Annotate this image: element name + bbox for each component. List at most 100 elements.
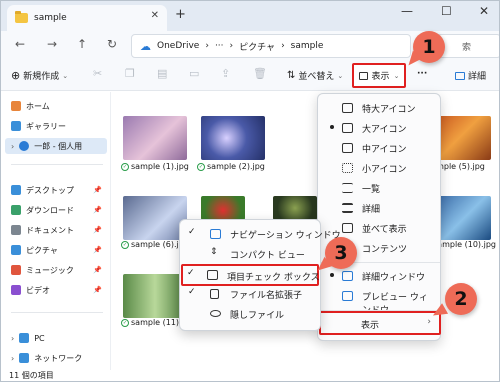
eye-icon	[210, 310, 221, 317]
cut-icon[interactable]: ✂	[93, 67, 102, 80]
status-bar: 11 個の項目	[1, 370, 499, 381]
check-icon: ✓	[188, 227, 196, 237]
pin-icon[interactable]: 📌	[93, 226, 102, 234]
sidebar-item-gallery[interactable]: ギャラリー	[11, 118, 106, 134]
sidebar-item-onedrive[interactable]: › 一郎 - 個人用	[5, 138, 107, 154]
submenu-item-label: ファイル名拡張子	[230, 291, 303, 301]
sidebar-item-label: ギャラリー	[26, 121, 66, 131]
thumbnail[interactable]	[201, 196, 245, 220]
refresh-icon[interactable]: ↻	[107, 37, 117, 51]
breadcrumb-sample[interactable]: sample	[291, 41, 324, 51]
breadcrumb-more[interactable]: ···	[215, 41, 224, 51]
chevron-right-icon[interactable]: ›	[11, 142, 14, 151]
check-icon: ✓	[187, 268, 195, 278]
document-icon	[11, 225, 21, 235]
submenu-item-item-checkboxes[interactable]: ✓ 項目チェック ボックス	[181, 264, 320, 286]
file-item-sample-1[interactable]: ✓ sample (1).jpg	[121, 162, 189, 171]
copy-icon[interactable]: ❐	[125, 67, 135, 80]
sidebar-item-label: 一郎 - 個人用	[34, 141, 83, 151]
thumbnail[interactable]	[273, 196, 317, 220]
sidebar-item-label: PC	[34, 333, 45, 343]
close-icon[interactable]: ✕	[479, 4, 489, 18]
up-icon[interactable]: ↑	[77, 37, 87, 51]
submenu-item-navigation-pane[interactable]: ✓ ナビゲーション ウィンドウ	[184, 224, 341, 244]
thumbnail[interactable]	[123, 274, 187, 318]
menu-item-details[interactable]: 詳細	[322, 198, 436, 218]
menu-item-label: 特大アイコン	[362, 105, 416, 115]
check-icon: ✓	[188, 287, 196, 297]
sidebar-item-documents[interactable]: ドキュメント 📌	[11, 222, 106, 238]
sidebar-item-label: ドキュメント	[26, 225, 74, 235]
file-name: sample (1).jpg	[131, 162, 189, 171]
submenu-item-compact-view[interactable]: ⇕ コンパクト ビュー	[184, 244, 316, 264]
details-pane-icon	[342, 271, 353, 281]
sidebar-item-videos[interactable]: ビデオ 📌	[11, 282, 106, 298]
menu-item-preview-pane[interactable]: プレビュー ウィンドウ	[322, 286, 436, 316]
paste-icon[interactable]: ▤	[157, 67, 167, 80]
forward-icon[interactable]: →	[47, 37, 57, 51]
file-extension-icon	[210, 289, 219, 299]
chevron-right-icon[interactable]: ›	[11, 354, 14, 363]
menu-item-label: 一覧	[362, 185, 381, 195]
new-tab-icon[interactable]: +	[175, 7, 186, 22]
chevron-down-icon: ⌄	[337, 71, 344, 80]
submenu-item-file-extensions[interactable]: ✓ ファイル名拡張子	[184, 284, 316, 304]
thumbnail[interactable]	[123, 116, 187, 160]
new-button[interactable]: ⊕ 新規作成 ⌄	[11, 69, 68, 82]
menu-item-small-icons[interactable]: 小アイコン	[322, 158, 436, 178]
network-icon	[19, 353, 30, 363]
share-icon[interactable]: ⇪	[221, 67, 230, 80]
more-options-icon[interactable]: ···	[417, 69, 427, 79]
menu-item-details-pane[interactable]: 詳細ウィンドウ	[322, 266, 436, 286]
chevron-down-icon: ⌄	[62, 71, 69, 80]
thumbnail[interactable]	[123, 196, 187, 240]
sidebar-item-pictures[interactable]: ピクチャ 📌	[11, 242, 106, 258]
details-icon	[342, 203, 353, 213]
sidebar-item-downloads[interactable]: ダウンロード 📌	[11, 202, 106, 218]
menu-item-medium-icons[interactable]: 中アイコン	[322, 138, 436, 158]
details-pane-button[interactable]: 詳細	[455, 69, 486, 82]
tab-close-icon[interactable]: ✕	[151, 10, 159, 21]
back-icon[interactable]: ←	[15, 37, 25, 51]
tab-sample[interactable]: sample ✕	[7, 5, 167, 31]
view-menu: 特大アイコン 大アイコン 中アイコン 小アイコン 一覧 詳細 並べて表示 コンテ…	[317, 93, 441, 341]
address-bar[interactable]: ☁ OneDrive › ··· › ピクチャ › sample	[131, 34, 411, 58]
sidebar-item-label: ビデオ	[26, 285, 50, 295]
view-button[interactable]: 表示 ⌄	[352, 63, 406, 88]
chevron-right-icon[interactable]: ›	[11, 334, 14, 343]
sidebar-item-desktop[interactable]: デスクトップ 📌	[11, 182, 106, 198]
maximize-icon[interactable]: ☐	[441, 4, 452, 18]
sidebar-item-label: デスクトップ	[26, 185, 74, 195]
pin-icon[interactable]: 📌	[93, 246, 102, 254]
thumbnail[interactable]	[201, 116, 265, 160]
rename-icon[interactable]: ▭	[189, 67, 199, 80]
breadcrumb-onedrive[interactable]: OneDrive	[157, 41, 199, 51]
sidebar-item-network[interactable]: › ネットワーク	[11, 350, 106, 366]
submenu-item-hidden-files[interactable]: 隠しファイル	[184, 304, 316, 324]
menu-item-label: 小アイコン	[362, 165, 407, 175]
delete-icon[interactable]: 🗑	[253, 67, 267, 80]
preview-pane-icon	[342, 291, 353, 301]
breadcrumb-separator: ›	[205, 41, 209, 51]
menu-item-extra-large-icons[interactable]: 特大アイコン	[322, 98, 436, 118]
sidebar-divider	[11, 164, 103, 165]
pin-icon[interactable]: 📌	[93, 286, 102, 294]
breadcrumb-pictures[interactable]: ピクチャ	[239, 40, 275, 53]
search-placeholder: 索	[462, 43, 472, 53]
file-item-sample-2[interactable]: ✓ sample (2).jpg	[197, 162, 265, 171]
medium-icons-icon	[342, 143, 353, 153]
sidebar-item-music[interactable]: ミュージック 📌	[11, 262, 106, 278]
menu-item-list[interactable]: 一覧	[322, 178, 436, 198]
minimize-icon[interactable]: —	[401, 4, 413, 18]
sidebar-item-pc[interactable]: › PC	[11, 330, 106, 346]
pin-icon[interactable]: 📌	[93, 186, 102, 194]
pin-icon[interactable]: 📌	[93, 266, 102, 274]
sidebar-item-home[interactable]: ホーム	[11, 98, 106, 114]
menu-item-show[interactable]: 表示 ›	[319, 311, 441, 335]
checkbox-icon	[207, 270, 218, 280]
sort-button-label: 並べ替え	[298, 72, 335, 82]
pin-icon[interactable]: 📌	[93, 206, 102, 214]
file-name: sample (10).jpg	[433, 240, 496, 249]
sort-button[interactable]: ⇅ 並べ替え ⌄	[287, 69, 343, 82]
menu-item-large-icons[interactable]: 大アイコン	[322, 118, 436, 138]
